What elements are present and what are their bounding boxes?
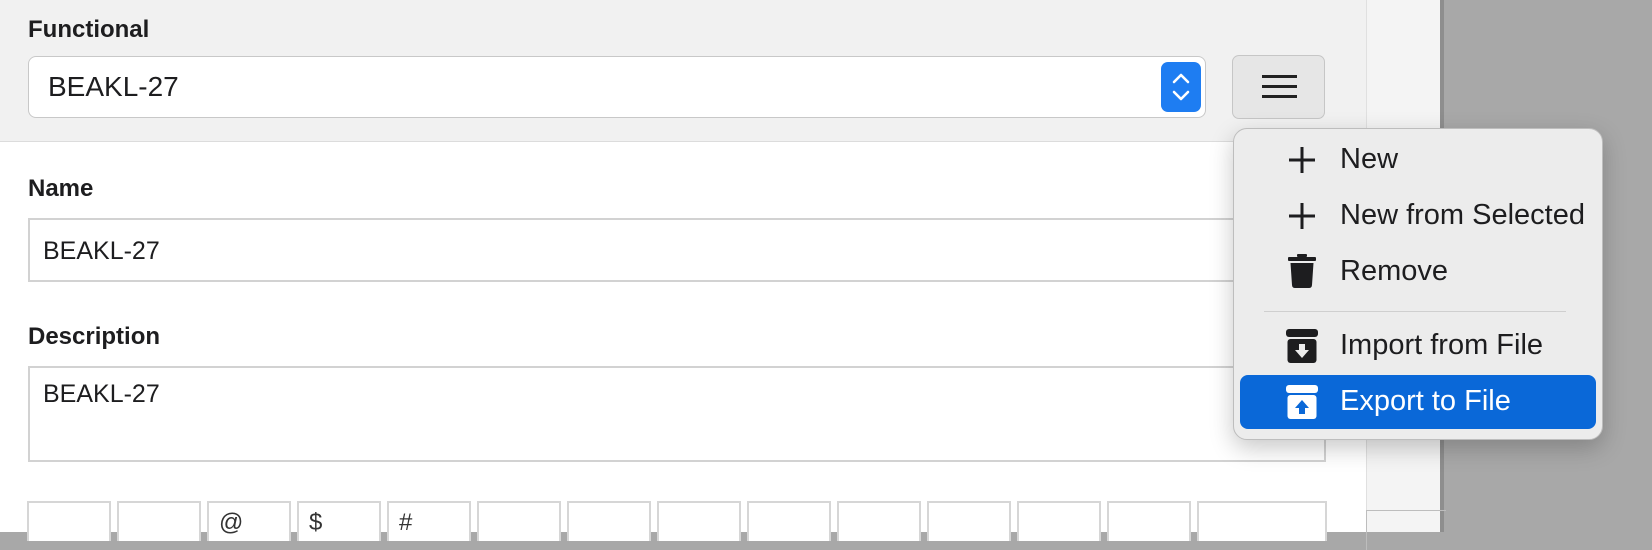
key-cell[interactable] (657, 501, 741, 541)
menu-item-export-to-file[interactable]: Export to File (1240, 375, 1596, 429)
export-box-icon (1286, 385, 1318, 419)
menu-item-label: Export to File (1340, 385, 1511, 417)
key-cell[interactable] (747, 501, 831, 541)
key-cell[interactable]: $ (297, 501, 381, 541)
key-cell[interactable] (117, 501, 201, 541)
key-cell[interactable]: @ (207, 501, 291, 541)
menu-separator (1264, 311, 1566, 312)
plus-icon (1289, 203, 1315, 229)
key-cell[interactable] (567, 501, 651, 541)
key-cell[interactable] (837, 501, 921, 541)
menu-item-label: New (1340, 143, 1399, 175)
key-cell[interactable] (27, 501, 111, 541)
menu-item-new-from-selected[interactable]: New from Selected (1240, 189, 1596, 243)
key-cell[interactable] (1017, 501, 1101, 541)
plus-icon (1289, 147, 1315, 173)
options-menu-button[interactable] (1232, 55, 1325, 119)
functional-select[interactable]: BEAKL-27 (28, 56, 1206, 118)
key-cell[interactable] (477, 501, 561, 541)
description-field[interactable]: BEAKL-27 (28, 366, 1326, 462)
menu-item-remove[interactable]: Remove (1240, 245, 1596, 299)
name-field-value: BEAKL-27 (43, 237, 160, 265)
side-panel-box (1366, 510, 1446, 550)
name-label: Name (28, 175, 94, 202)
options-dropdown-menu: New New from Selected Remove Import from… (1233, 128, 1603, 440)
layout-editor-panel: Functional BEAKL-27 Name BEAKL-27 Descri… (0, 0, 1366, 541)
import-box-icon (1286, 329, 1318, 363)
key-cell[interactable] (1197, 501, 1327, 541)
key-cell[interactable] (927, 501, 1011, 541)
trash-icon (1288, 254, 1316, 288)
functional-label: Functional (28, 16, 150, 43)
menu-item-label: New from Selected (1340, 199, 1585, 231)
menu-item-import-from-file[interactable]: Import from File (1240, 319, 1596, 373)
menu-item-label: Import from File (1340, 329, 1544, 361)
menu-item-label: Remove (1340, 255, 1448, 287)
description-field-value: BEAKL-27 (43, 380, 160, 408)
hamburger-icon (1262, 75, 1297, 98)
menu-item-new[interactable]: New (1240, 133, 1596, 187)
name-field[interactable]: BEAKL-27 (28, 218, 1326, 282)
functional-select-value: BEAKL-27 (48, 71, 179, 102)
description-label: Description (28, 323, 161, 350)
key-cell[interactable]: # (387, 501, 471, 541)
key-cell[interactable] (1107, 501, 1191, 541)
select-stepper-icon[interactable] (1161, 62, 1201, 112)
